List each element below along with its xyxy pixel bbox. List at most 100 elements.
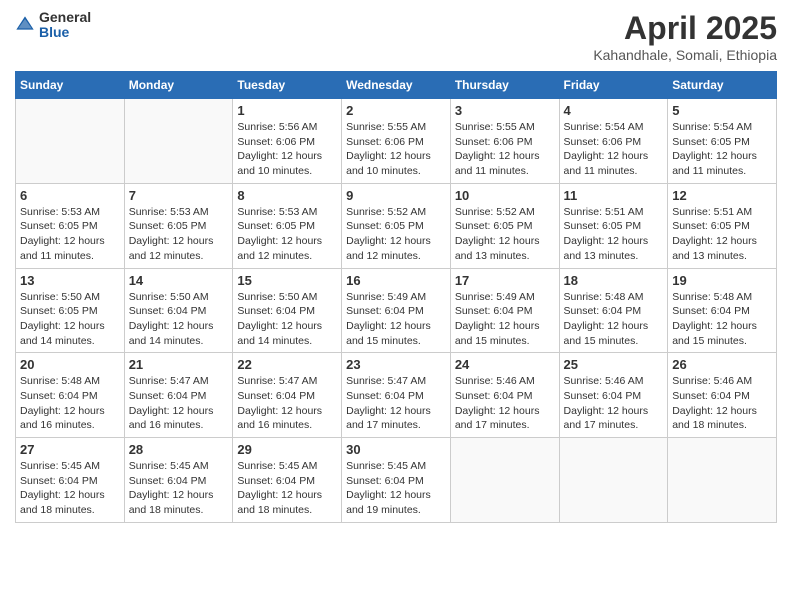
day-info: Sunrise: 5:48 AMSunset: 6:04 PMDaylight:… xyxy=(672,290,772,349)
day-info: Sunrise: 5:45 AMSunset: 6:04 PMDaylight:… xyxy=(20,459,120,518)
logo-icon xyxy=(15,15,35,35)
week-row-3: 13 Sunrise: 5:50 AMSunset: 6:05 PMDayligh… xyxy=(16,268,777,353)
day-number: 2 xyxy=(346,103,446,118)
calendar-cell: 5 Sunrise: 5:54 AMSunset: 6:05 PMDaylight… xyxy=(668,99,777,184)
calendar-cell: 9 Sunrise: 5:52 AMSunset: 6:05 PMDaylight… xyxy=(342,183,451,268)
calendar-cell: 1 Sunrise: 5:56 AMSunset: 6:06 PMDaylight… xyxy=(233,99,342,184)
day-info: Sunrise: 5:45 AMSunset: 6:04 PMDaylight:… xyxy=(237,459,337,518)
day-info: Sunrise: 5:54 AMSunset: 6:06 PMDaylight:… xyxy=(564,120,664,179)
day-number: 27 xyxy=(20,442,120,457)
calendar-cell xyxy=(124,99,233,184)
weekday-header-row: SundayMondayTuesdayWednesdayThursdayFrid… xyxy=(16,72,777,99)
calendar-cell: 23Sunrise: 5:47 AMSunset: 6:04 PMDayligh… xyxy=(342,353,451,438)
day-number: 3 xyxy=(455,103,555,118)
day-info: Sunrise: 5:53 AMSunset: 6:05 PMDaylight:… xyxy=(20,205,120,264)
calendar-cell: 20 Sunrise: 5:48 AMSunset: 6:04 PMDayligh… xyxy=(16,353,125,438)
calendar-cell: 10 Sunrise: 5:52 AMSunset: 6:05 PMDayligh… xyxy=(450,183,559,268)
day-number: 28 xyxy=(129,442,229,457)
day-info: Sunrise: 5:50 AMSunset: 6:04 PMDaylight:… xyxy=(237,290,337,349)
day-number: 30 xyxy=(346,442,446,457)
day-info: Sunrise: 5:47 AMSunset: 6:04 PMDaylight:… xyxy=(129,374,229,433)
calendar-cell xyxy=(559,438,668,523)
calendar-cell: 4 Sunrise: 5:54 AMSunset: 6:06 PMDaylight… xyxy=(559,99,668,184)
day-info: Sunrise: 5:53 AMSunset: 6:05 PMDaylight:… xyxy=(237,205,337,264)
day-number: 23 xyxy=(346,357,446,372)
day-number: 17 xyxy=(455,273,555,288)
calendar-cell: 13 Sunrise: 5:50 AMSunset: 6:05 PMDayligh… xyxy=(16,268,125,353)
day-number: 16 xyxy=(346,273,446,288)
day-info: Sunrise: 5:50 AMSunset: 6:05 PMDaylight:… xyxy=(20,290,120,349)
day-info: Sunrise: 5:47 AMSunset: 6:04 PMDaylight:… xyxy=(237,374,337,433)
week-row-5: 27 Sunrise: 5:45 AMSunset: 6:04 PMDayligh… xyxy=(16,438,777,523)
day-info: Sunrise: 5:45 AMSunset: 6:04 PMDaylight:… xyxy=(346,459,446,518)
logo-blue-text: Blue xyxy=(39,25,91,40)
day-number: 29 xyxy=(237,442,337,457)
calendar-cell: 26 Sunrise: 5:46 AMSunset: 6:04 PMDayligh… xyxy=(668,353,777,438)
day-number: 19 xyxy=(672,273,772,288)
month-title: April 2025 xyxy=(593,10,777,47)
day-info: Sunrise: 5:46 AMSunset: 6:04 PMDaylight:… xyxy=(455,374,555,433)
week-row-1: 1 Sunrise: 5:56 AMSunset: 6:06 PMDaylight… xyxy=(16,99,777,184)
day-number: 6 xyxy=(20,188,120,203)
calendar-cell: 29 Sunrise: 5:45 AMSunset: 6:04 PMDayligh… xyxy=(233,438,342,523)
calendar-cell: 22 Sunrise: 5:47 AMSunset: 6:04 PMDayligh… xyxy=(233,353,342,438)
day-number: 1 xyxy=(237,103,337,118)
calendar-header: SundayMondayTuesdayWednesdayThursdayFrid… xyxy=(16,72,777,99)
calendar-cell: 28Sunrise: 5:45 AMSunset: 6:04 PMDayligh… xyxy=(124,438,233,523)
calendar-cell: 2Sunrise: 5:55 AMSunset: 6:06 PMDaylight… xyxy=(342,99,451,184)
day-number: 11 xyxy=(564,188,664,203)
calendar-table: SundayMondayTuesdayWednesdayThursdayFrid… xyxy=(15,71,777,523)
day-number: 8 xyxy=(237,188,337,203)
calendar-cell: 27 Sunrise: 5:45 AMSunset: 6:04 PMDayligh… xyxy=(16,438,125,523)
day-info: Sunrise: 5:51 AMSunset: 6:05 PMDaylight:… xyxy=(672,205,772,264)
day-info: Sunrise: 5:48 AMSunset: 6:04 PMDaylight:… xyxy=(564,290,664,349)
location-text: Kahandhale, Somali, Ethiopia xyxy=(593,47,777,63)
day-number: 15 xyxy=(237,273,337,288)
logo-text: General Blue xyxy=(39,10,91,41)
day-info: Sunrise: 5:46 AMSunset: 6:04 PMDaylight:… xyxy=(672,374,772,433)
calendar-cell xyxy=(668,438,777,523)
calendar-cell: 19 Sunrise: 5:48 AMSunset: 6:04 PMDayligh… xyxy=(668,268,777,353)
calendar-cell: 17 Sunrise: 5:49 AMSunset: 6:04 PMDayligh… xyxy=(450,268,559,353)
day-info: Sunrise: 5:50 AMSunset: 6:04 PMDaylight:… xyxy=(129,290,229,349)
calendar-cell: 24 Sunrise: 5:46 AMSunset: 6:04 PMDayligh… xyxy=(450,353,559,438)
day-number: 9 xyxy=(346,188,446,203)
title-block: April 2025 Kahandhale, Somali, Ethiopia xyxy=(593,10,777,63)
calendar-cell: 12 Sunrise: 5:51 AMSunset: 6:05 PMDayligh… xyxy=(668,183,777,268)
day-info: Sunrise: 5:53 AMSunset: 6:05 PMDaylight:… xyxy=(129,205,229,264)
day-number: 25 xyxy=(564,357,664,372)
logo: General Blue xyxy=(15,10,91,41)
day-number: 20 xyxy=(20,357,120,372)
day-number: 5 xyxy=(672,103,772,118)
day-info: Sunrise: 5:52 AMSunset: 6:05 PMDaylight:… xyxy=(346,205,446,264)
day-info: Sunrise: 5:49 AMSunset: 6:04 PMDaylight:… xyxy=(455,290,555,349)
day-number: 13 xyxy=(20,273,120,288)
day-info: Sunrise: 5:49 AMSunset: 6:04 PMDaylight:… xyxy=(346,290,446,349)
day-info: Sunrise: 5:52 AMSunset: 6:05 PMDaylight:… xyxy=(455,205,555,264)
day-info: Sunrise: 5:56 AMSunset: 6:06 PMDaylight:… xyxy=(237,120,337,179)
day-info: Sunrise: 5:54 AMSunset: 6:05 PMDaylight:… xyxy=(672,120,772,179)
day-number: 12 xyxy=(672,188,772,203)
day-number: 21 xyxy=(129,357,229,372)
weekday-header-saturday: Saturday xyxy=(668,72,777,99)
calendar-cell: 18Sunrise: 5:48 AMSunset: 6:04 PMDayligh… xyxy=(559,268,668,353)
calendar-cell: 7Sunrise: 5:53 AMSunset: 6:05 PMDaylight… xyxy=(124,183,233,268)
calendar-cell: 11 Sunrise: 5:51 AMSunset: 6:05 PMDayligh… xyxy=(559,183,668,268)
day-info: Sunrise: 5:51 AMSunset: 6:05 PMDaylight:… xyxy=(564,205,664,264)
calendar-body: 1 Sunrise: 5:56 AMSunset: 6:06 PMDaylight… xyxy=(16,99,777,523)
day-number: 24 xyxy=(455,357,555,372)
day-number: 4 xyxy=(564,103,664,118)
weekday-header-wednesday: Wednesday xyxy=(342,72,451,99)
day-number: 26 xyxy=(672,357,772,372)
day-info: Sunrise: 5:46 AMSunset: 6:04 PMDaylight:… xyxy=(564,374,664,433)
page-header: General Blue April 2025 Kahandhale, Soma… xyxy=(15,10,777,63)
day-number: 22 xyxy=(237,357,337,372)
day-info: Sunrise: 5:55 AMSunset: 6:06 PMDaylight:… xyxy=(455,120,555,179)
logo-general-text: General xyxy=(39,10,91,25)
day-number: 10 xyxy=(455,188,555,203)
weekday-header-sunday: Sunday xyxy=(16,72,125,99)
calendar-cell: 30 Sunrise: 5:45 AMSunset: 6:04 PMDayligh… xyxy=(342,438,451,523)
day-info: Sunrise: 5:48 AMSunset: 6:04 PMDaylight:… xyxy=(20,374,120,433)
day-number: 14 xyxy=(129,273,229,288)
calendar-cell: 25 Sunrise: 5:46 AMSunset: 6:04 PMDayligh… xyxy=(559,353,668,438)
